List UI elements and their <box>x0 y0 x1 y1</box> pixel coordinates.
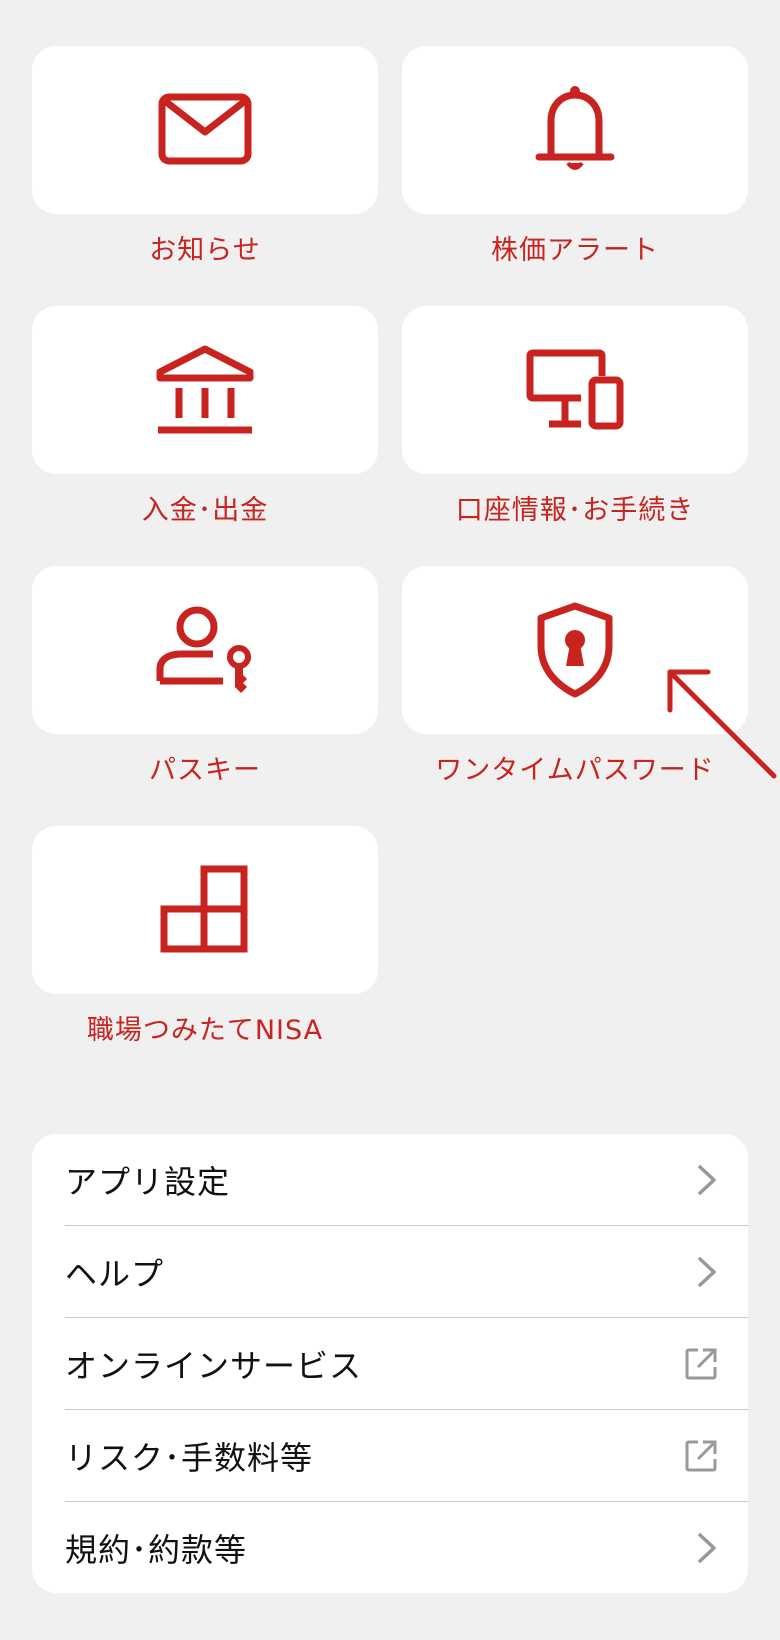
tile-account-info[interactable]: 口座情報･お手続き <box>402 306 748 566</box>
tile-card <box>32 566 378 734</box>
tile-card <box>32 306 378 474</box>
shortcut-grid: お知らせ 株価アラート 入金･出金 口座情報･お手続き パスキー ワンタイムパス… <box>32 46 748 1086</box>
menu-item-app-settings[interactable]: アプリ設定 <box>65 1134 748 1226</box>
tile-notifications[interactable]: お知らせ <box>32 46 378 306</box>
chevron-right-icon <box>696 1163 718 1197</box>
blocks-icon <box>160 865 250 955</box>
devices-icon <box>525 348 625 432</box>
menu-item-risk-fees[interactable]: リスク･手数料等 <box>65 1410 748 1502</box>
tile-label: 入金･出金 <box>141 495 269 526</box>
tile-label: 口座情報･お手続き <box>455 495 695 526</box>
settings-menu: アプリ設定 ヘルプ オンラインサービス リスク･手数料等 規約･約款等 <box>32 1134 748 1593</box>
tile-passkey[interactable]: パスキー <box>32 566 378 826</box>
external-link-icon <box>684 1439 718 1473</box>
external-link-icon <box>684 1347 718 1381</box>
menu-item-label: オンラインサービス <box>65 1346 363 1385</box>
menu-item-label: アプリ設定 <box>65 1162 231 1201</box>
menu-item-terms[interactable]: 規約･約款等 <box>65 1502 748 1593</box>
menu-item-online-services[interactable]: オンラインサービス <box>65 1318 748 1410</box>
menu-item-label: リスク･手数料等 <box>65 1438 314 1477</box>
pointer-arrow-icon <box>660 660 780 784</box>
tile-deposit-withdrawal[interactable]: 入金･出金 <box>32 306 378 566</box>
tile-card <box>32 46 378 214</box>
tile-label: お知らせ <box>149 235 261 266</box>
shield-lock-icon <box>535 602 615 698</box>
bell-icon <box>535 85 615 175</box>
tile-card <box>402 306 748 474</box>
bank-icon <box>155 344 255 436</box>
chevron-right-icon <box>696 1255 718 1289</box>
tile-label: 職場つみたてNISA <box>86 1015 324 1046</box>
mail-icon <box>157 92 253 168</box>
tile-stock-alert[interactable]: 株価アラート <box>402 46 748 306</box>
tile-workplace-nisa[interactable]: 職場つみたてNISA <box>32 826 378 1086</box>
menu-item-label: 規約･約款等 <box>65 1530 248 1569</box>
tile-card <box>402 46 748 214</box>
chevron-right-icon <box>696 1531 718 1565</box>
tile-card <box>32 826 378 994</box>
menu-item-label: ヘルプ <box>65 1254 165 1293</box>
tile-label: パスキー <box>149 755 261 786</box>
tile-label: 株価アラート <box>491 235 659 266</box>
user-key-icon <box>155 605 255 695</box>
menu-item-help[interactable]: ヘルプ <box>65 1226 748 1318</box>
